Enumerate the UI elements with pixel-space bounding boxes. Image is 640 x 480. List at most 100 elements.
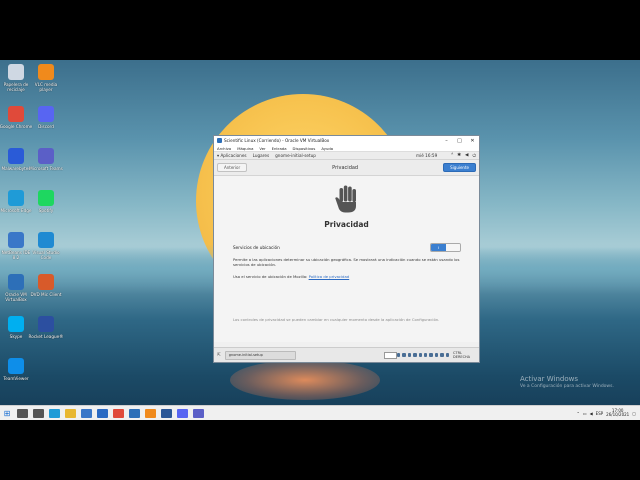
taskbar-apps <box>14 408 206 418</box>
maximize-icon[interactable]: □ <box>453 138 466 144</box>
network-tray-icon[interactable]: ▭ <box>583 411 587 416</box>
location-services-label: Servicios de ubicación <box>233 245 280 250</box>
app-icon <box>8 358 24 374</box>
task-view-icon[interactable] <box>32 408 44 418</box>
app-icon <box>38 190 54 206</box>
activation-watermark-title: Activar Windows <box>520 375 578 383</box>
vbox-status-icons: CTRL DERECHA <box>396 351 476 359</box>
workspace-indicator[interactable] <box>383 351 397 359</box>
mail-icon[interactable] <box>96 408 108 418</box>
vbox-menu-item[interactable]: Entrada <box>272 146 287 151</box>
close-icon[interactable]: ✕ <box>466 138 479 144</box>
usb-icon[interactable] <box>418 353 422 357</box>
app-icon <box>8 64 24 80</box>
desktop: Papelera de reciclaje VLC media player Goo… <box>0 60 640 420</box>
desktop-icon-label: Spotify <box>38 208 54 213</box>
app-icon <box>38 232 54 248</box>
gnome-places-menu[interactable]: Lugares <box>253 153 270 158</box>
store-icon[interactable] <box>80 408 92 418</box>
file-explorer-icon[interactable] <box>64 408 76 418</box>
recording-icon[interactable] <box>434 353 439 357</box>
desktop-icon[interactable]: TeamViewer <box>0 358 34 381</box>
desktop-icon-label: TeamViewer <box>3 376 29 381</box>
clock[interactable]: 17:00 26/10/2021 <box>606 408 630 418</box>
desktop-icon[interactable]: DVD Mic Client <box>28 274 64 297</box>
desktop-icon-label: Rocket League® <box>28 334 64 339</box>
vbox-menu-item[interactable]: Ver <box>259 146 265 151</box>
desktop-icon[interactable]: Visual Studio Code <box>28 232 64 260</box>
virtualbox-icon <box>217 138 222 143</box>
shared-folder-icon[interactable] <box>424 353 428 357</box>
desktop-icon[interactable]: VLC media player <box>28 64 64 92</box>
gnome-bottom-icon[interactable]: ⇱ <box>217 353 221 358</box>
next-button[interactable]: Siguiente <box>443 163 476 172</box>
vbox-status-bar: ⇱ gnome-initial-setup CTRL DERECHA <box>214 347 479 362</box>
tray-chevron-icon[interactable]: ⌃ <box>576 411 579 416</box>
search-icon[interactable] <box>16 408 28 418</box>
wallpaper-reflection <box>230 360 380 400</box>
vbox-window-title: Scientific Linux (Corriendo) - Oracle VM… <box>224 138 330 143</box>
language-icon[interactable]: ᴬ <box>451 153 453 159</box>
vbox-title-bar[interactable]: Scientific Linux (Corriendo) - Oracle VM… <box>214 136 479 145</box>
gnome-clock[interactable]: mié 16:59 <box>416 153 437 158</box>
app-icon <box>8 232 24 248</box>
location-services-switch[interactable]: I <box>430 243 461 252</box>
desktop-icon[interactable]: Rocket League® <box>28 316 64 339</box>
privacy-policy-link[interactable]: Política de privacidad <box>309 274 350 279</box>
desktop-icon[interactable]: Spotify <box>28 190 64 213</box>
accessibility-icon[interactable]: ✱ <box>457 153 461 159</box>
volume-icon[interactable]: ◀ <box>465 153 468 159</box>
desktop-icon-label: DVD Mic Client <box>30 292 62 297</box>
gnome-apps-menu[interactable]: ▾ Aplicaciones <box>217 153 247 158</box>
optical-drive-icon[interactable] <box>402 353 406 357</box>
discord-icon[interactable] <box>176 408 188 418</box>
header-title: Privacidad <box>332 164 359 171</box>
app-icon <box>8 106 24 122</box>
gnome-top-bar: ▾ Aplicaciones Lugares gnome-initial-set… <box>214 152 479 160</box>
mozilla-text: Usa el servicio de ubicación de Mozilla: <box>233 274 308 279</box>
virtualbox-icon[interactable] <box>128 408 140 418</box>
switch-knob[interactable] <box>446 244 460 251</box>
disk-icon[interactable] <box>396 353 401 357</box>
windows-start-icon[interactable]: ⊞ <box>0 406 14 420</box>
desktop-icon-label: Discord <box>38 124 54 129</box>
vbox-menu-item[interactable]: Dispositivos <box>293 146 316 151</box>
chrome-icon[interactable] <box>112 408 124 418</box>
host-key-label: CTRL DERECHA <box>453 351 471 359</box>
mouse-integration-icon[interactable] <box>440 353 444 357</box>
gnome-window-list-item[interactable]: gnome-initial-setup <box>224 350 296 360</box>
volume-tray-icon[interactable]: ◀ <box>590 411 593 416</box>
audio-icon[interactable] <box>407 353 412 357</box>
app-icon <box>38 148 54 164</box>
desktop-icon[interactable]: Microsoft Teams <box>28 148 64 171</box>
app-icon <box>38 316 54 332</box>
edge-icon[interactable] <box>48 408 60 418</box>
desktop-icon[interactable]: Discord <box>28 106 64 129</box>
system-tray: ⌃ ▭ ◀ ESP 17:00 26/10/2021 ▢ <box>576 408 640 418</box>
network-icon[interactable] <box>413 353 417 357</box>
gnome-current-app[interactable]: gnome-initial-setup <box>275 153 316 158</box>
privacy-hand-icon <box>335 185 356 213</box>
virtualbox-window[interactable]: Scientific Linux (Corriendo) - Oracle VM… <box>213 135 480 363</box>
vlc-icon[interactable] <box>144 408 156 418</box>
activation-watermark-subtitle: Ve a Configuración para activar Windows. <box>520 384 614 389</box>
language-indicator[interactable]: ESP <box>596 411 603 416</box>
teams-icon[interactable] <box>192 408 204 418</box>
previous-button[interactable]: Anterior <box>217 163 248 172</box>
word-icon[interactable] <box>160 408 172 418</box>
vbox-menu-item[interactable]: Ayuda <box>321 146 333 151</box>
app-icon <box>8 190 24 206</box>
notifications-icon[interactable]: ▢ <box>632 411 636 416</box>
privacy-footer-note: Los controles de privacidad se pueden ca… <box>233 317 440 322</box>
windows-taskbar: ⊞ ⌃ ▭ ◀ ESP 17:00 26/10/2021 ▢ <box>0 405 640 420</box>
minimize-icon[interactable]: – <box>440 138 453 144</box>
clock-date: 26/10/2021 <box>606 412 630 417</box>
setup-header-bar: Anterior Privacidad Siguiente <box>214 160 479 176</box>
desktop-icon-label: Microsoft Teams <box>29 166 63 171</box>
vbox-menu-item[interactable]: Archivo <box>217 146 231 151</box>
display-icon[interactable] <box>429 353 433 357</box>
power-icon[interactable]: ⏻ <box>472 153 476 159</box>
keyboard-icon[interactable] <box>445 353 450 357</box>
desktop-icon-label: VLC media player <box>34 82 58 92</box>
vbox-menu-item[interactable]: Máquina <box>237 146 253 151</box>
